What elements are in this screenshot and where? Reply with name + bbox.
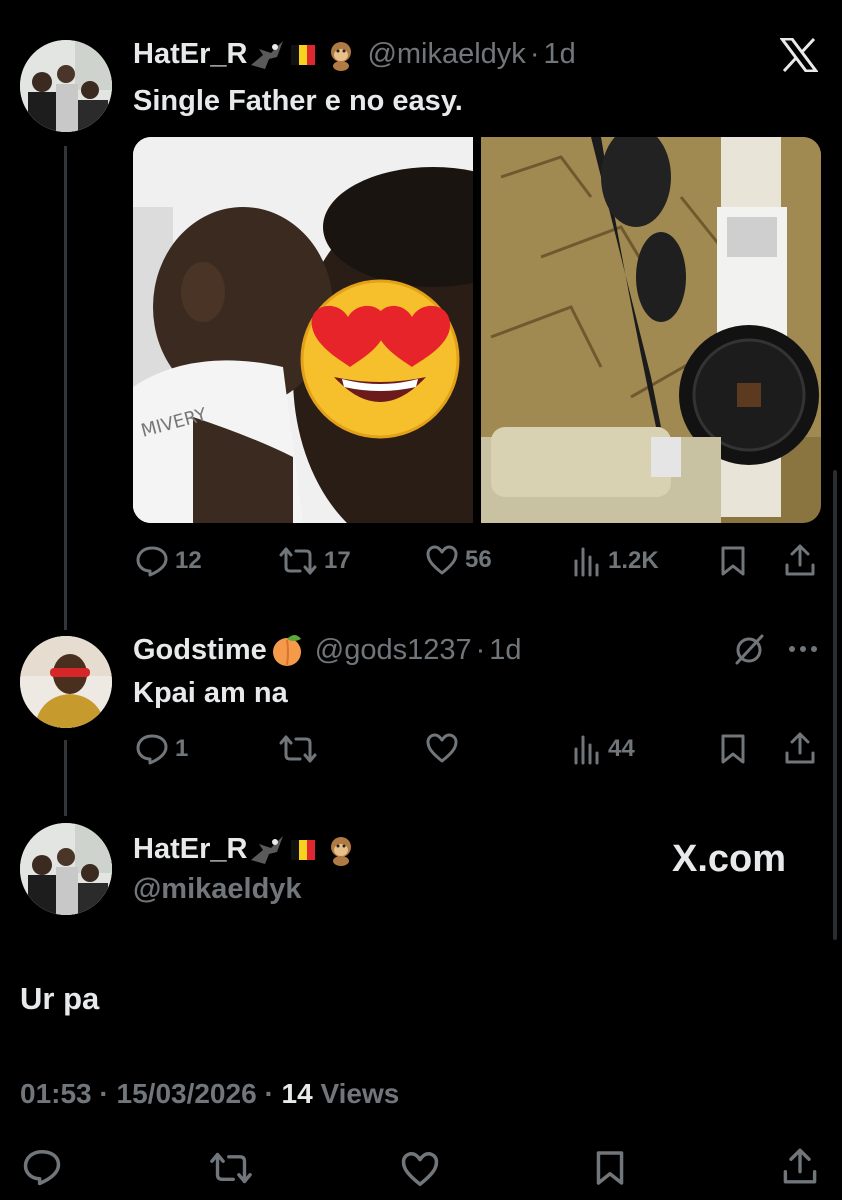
tweet-text: Kpai am na <box>133 677 288 709</box>
eagle-emoji <box>249 39 285 71</box>
tweet-date[interactable]: 15/03/2026 <box>117 1078 257 1109</box>
reply-button[interactable]: 12 <box>135 545 202 577</box>
share-icon <box>783 1148 817 1184</box>
thread-line <box>64 146 67 630</box>
belgium-flag-emoji <box>291 44 316 65</box>
bookmark-button[interactable] <box>720 545 746 577</box>
repost-button[interactable] <box>208 1150 254 1186</box>
monkey-emoji <box>325 39 357 71</box>
tweet-time[interactable]: 01:53 <box>20 1078 92 1109</box>
separator-dot: · <box>475 633 486 666</box>
separator-dot: · <box>529 38 540 70</box>
repost-count: 17 <box>324 547 351 574</box>
repost-button[interactable]: 17 <box>278 545 351 577</box>
repost-icon <box>279 735 317 763</box>
like-icon <box>401 1151 439 1187</box>
reply-icon <box>136 734 168 765</box>
avatar[interactable] <box>20 823 112 915</box>
bookmark-icon <box>721 734 745 764</box>
reply-count: 1 <box>175 735 189 762</box>
tweet-meta: 01:53 · 15/03/2026 · 14 Views <box>20 1078 399 1110</box>
bookmark-button[interactable] <box>595 1149 625 1187</box>
grok-icon <box>735 634 764 665</box>
reply-icon <box>136 546 168 577</box>
more-icon <box>789 646 817 652</box>
reply-count: 12 <box>175 547 202 574</box>
avatar[interactable] <box>20 40 112 132</box>
views-count: 44 <box>608 735 635 762</box>
scrollbar[interactable] <box>833 470 837 940</box>
avatar-photo <box>20 636 112 728</box>
tweet-text: Ur pa <box>20 981 100 1016</box>
thread-line <box>64 740 67 816</box>
more-button[interactable] <box>788 645 818 653</box>
media-grid[interactable]: MIVERY <box>133 137 821 523</box>
repost-icon <box>210 1152 252 1184</box>
share-button[interactable] <box>782 1146 818 1186</box>
bookmark-button[interactable] <box>720 733 746 765</box>
bookmark-icon <box>596 1151 624 1185</box>
timestamp[interactable]: 1d <box>543 38 575 71</box>
timestamp[interactable]: 1d <box>489 634 521 667</box>
views-button[interactable]: 44 <box>572 733 635 765</box>
avatar-photo <box>20 40 112 132</box>
like-icon <box>426 545 458 575</box>
x-logo-icon <box>780 38 818 72</box>
repost-icon <box>279 547 317 575</box>
views-button[interactable]: 1.2K <box>572 545 659 577</box>
views-label: Views <box>320 1078 400 1109</box>
display-name[interactable]: HatEr_R <box>133 38 247 71</box>
close-x-logo[interactable] <box>780 38 818 72</box>
like-count: 56 <box>465 546 492 573</box>
handle[interactable]: @mikaeldyk <box>133 873 302 906</box>
views-count[interactable]: 14 <box>282 1078 313 1109</box>
handle[interactable]: @gods1237 <box>315 634 472 667</box>
handle[interactable]: @mikaeldyk <box>367 38 525 71</box>
media-photo-1[interactable]: MIVERY <box>133 137 473 523</box>
share-icon <box>785 732 815 764</box>
tweet-text: Single Father e no easy. <box>133 85 463 117</box>
peach-emoji <box>269 633 305 667</box>
share-button[interactable] <box>784 543 816 577</box>
share-button[interactable] <box>784 731 816 765</box>
media-photo-2[interactable] <box>481 137 821 523</box>
share-icon <box>785 544 815 576</box>
views-icon <box>574 547 599 577</box>
views-icon <box>574 735 599 765</box>
like-icon <box>426 733 458 763</box>
reply-icon <box>23 1149 61 1186</box>
grok-button[interactable] <box>733 633 765 665</box>
like-button[interactable] <box>400 1151 440 1187</box>
avatar[interactable] <box>20 636 112 728</box>
avatar-photo <box>20 823 112 915</box>
display-name[interactable]: HatEr_R <box>133 833 247 866</box>
like-button[interactable] <box>425 733 459 763</box>
views-count: 1.2K <box>608 547 659 574</box>
belgium-flag-emoji <box>291 839 316 860</box>
repost-button[interactable] <box>278 733 318 765</box>
brand-label: X.com <box>672 838 787 880</box>
monkey-emoji <box>325 834 357 866</box>
separator-dot: · <box>264 1078 282 1109</box>
like-button[interactable]: 56 <box>425 545 492 575</box>
reply-button[interactable] <box>22 1148 62 1186</box>
heart-eyes-emoji <box>298 277 463 442</box>
display-name[interactable]: Godstime <box>133 634 267 667</box>
bookmark-icon <box>721 546 745 576</box>
separator-dot: · <box>99 1078 117 1109</box>
reply-button[interactable]: 1 <box>135 733 188 765</box>
eagle-emoji <box>249 834 285 866</box>
